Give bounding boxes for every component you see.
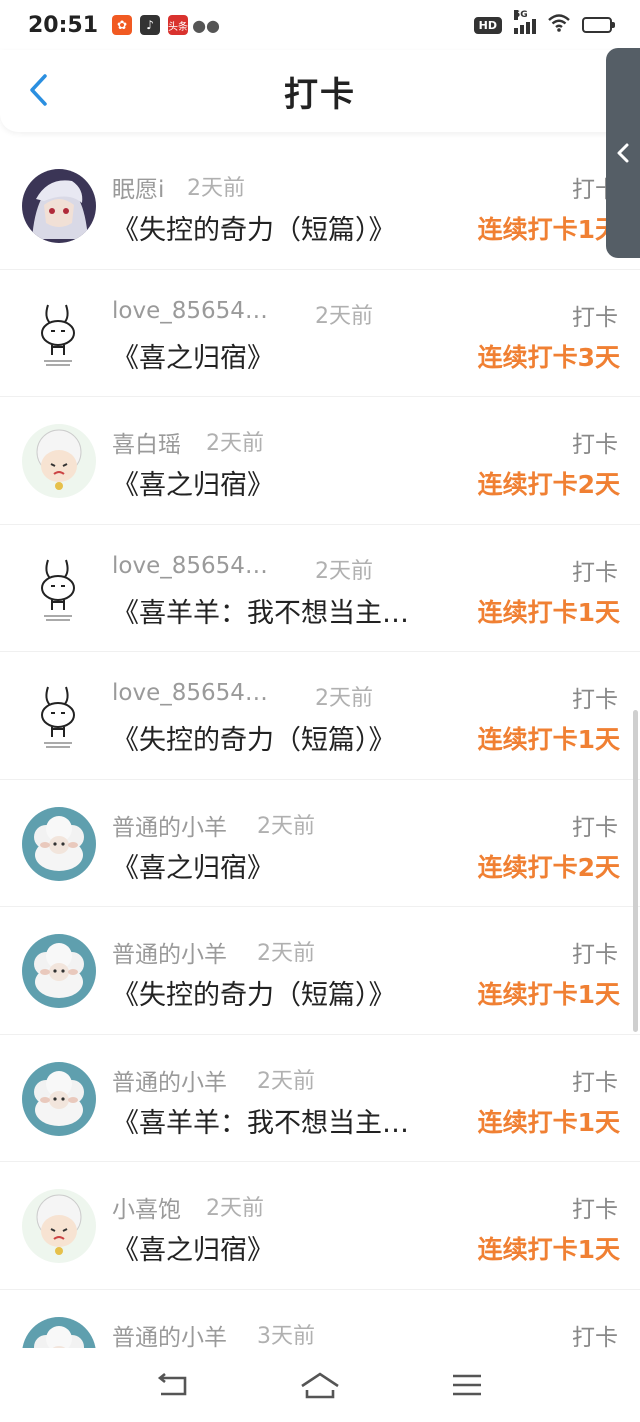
system-nav-bar [0, 1348, 640, 1422]
wifi-icon [548, 13, 570, 37]
streak-label: 连续打卡1天 [477, 1107, 620, 1137]
app-notification-icon: ✿ [112, 15, 133, 35]
checkin-tag: 打卡 [572, 1069, 618, 1096]
timestamp: 2天前 [206, 431, 264, 456]
book-title[interactable]: 《喜之归宿》 [112, 846, 274, 885]
timestamp: 2天前 [257, 813, 315, 839]
book-title[interactable]: 《喜羊羊：我不想当主… [112, 591, 409, 630]
news-app-icon: 头条 [168, 15, 189, 35]
back-button[interactable] [18, 70, 58, 110]
back-return-icon [158, 1372, 187, 1396]
book-title[interactable]: 《失控的奇力（短篇）》 [112, 718, 396, 757]
checkin-tag: 打卡 [572, 687, 618, 713]
username[interactable]: love_85654… [112, 298, 268, 324]
username[interactable]: 小喜饱 [112, 1190, 181, 1224]
avatar[interactable] [22, 934, 96, 1008]
username[interactable]: 喜白瑶 [112, 425, 181, 459]
back-arrow-icon [30, 74, 47, 106]
timestamp: 2天前 [315, 558, 373, 584]
username[interactable]: 普通的小羊 [112, 935, 227, 969]
list-item[interactable]: 普通的小羊 2天前 打卡《失控的奇力（短篇）》 连续打卡1天 [0, 907, 640, 1035]
book-title[interactable]: 《喜之归宿》 [112, 336, 274, 375]
status-app-icons: ✿ ♪ 头条 ●● [112, 15, 220, 35]
list-item[interactable]: love_85654… 2天前 打卡《失控的奇力（短篇）》 连续打卡1天 [0, 652, 640, 780]
list-item[interactable]: 普通的小羊 3天前 打卡 [0, 1290, 640, 1349]
avatar[interactable] [22, 806, 96, 881]
username[interactable]: 眠愿i [112, 170, 164, 204]
username[interactable]: 普通的小羊 [112, 808, 227, 842]
header: 打卡 [0, 50, 640, 132]
checkin-tag: 打卡 [572, 942, 618, 968]
timestamp: 2天前 [187, 176, 245, 201]
list-item[interactable]: 小喜饱 2天前 打卡《喜之归宿》 连续打卡1天 [0, 1162, 640, 1290]
avatar[interactable] [22, 424, 96, 498]
chevron-left-icon [617, 143, 629, 163]
avatar[interactable] [22, 1316, 96, 1348]
checkin-tag: 打卡 [572, 304, 618, 331]
page: 20:51 ✿ ♪ 头条 ●● HD 5G 打卡 眠愿i 2天前 打卡《失控的奇… [0, 0, 640, 1422]
checkin-list: 眠愿i 2天前 打卡 《失控的奇力（短篇）》 连续打卡1天 love_85654… 2天前打… [0, 142, 640, 1348]
system-menu-button[interactable] [442, 1365, 492, 1405]
list-item[interactable]: love_85654… 2天前 打卡《喜羊羊：我不想当主… 连续打卡1天 [0, 525, 640, 652]
system-home-button[interactable] [295, 1365, 345, 1405]
avatar[interactable] [22, 296, 96, 371]
streak-label: 连续打卡3天 [477, 342, 620, 372]
book-title[interactable]: 《喜羊羊：我不想当主… [112, 1101, 409, 1140]
username[interactable]: love_85654… [112, 680, 268, 706]
list-item[interactable]: 普通的小羊 2天前 打卡《喜之归宿》 连续打卡2天 [0, 780, 640, 907]
avatar[interactable] [22, 1189, 96, 1263]
book-title[interactable]: 《喜之归宿》 [112, 463, 274, 502]
signal-icon: 5G [514, 10, 536, 34]
checkin-tag: 打卡 [572, 1324, 618, 1349]
username[interactable]: 普通的小羊 [112, 1063, 227, 1097]
battery-icon [582, 17, 615, 33]
timestamp: 2天前 [257, 941, 315, 966]
avatar[interactable] [22, 551, 96, 626]
wechat-icon: ●● [192, 15, 220, 35]
list-item[interactable]: 眠愿i 2天前 打卡 《失控的奇力（短篇）》 连续打卡1天 [0, 142, 640, 270]
list-item[interactable]: love_85654… 2天前 打卡《喜之归宿》 连续打卡3天 [0, 270, 640, 397]
timestamp: 2天前 [315, 686, 373, 711]
status-indicators: HD 5G [473, 10, 615, 37]
book-title[interactable]: 《失控的奇力（短篇）》 [112, 973, 396, 1012]
checkin-tag: 打卡 [572, 559, 618, 586]
avatar[interactable] [22, 169, 96, 243]
avatar[interactable] [22, 679, 96, 753]
avatar[interactable] [22, 1061, 96, 1136]
username[interactable]: 普通的小羊 [112, 1318, 227, 1349]
status-bar: 20:51 ✿ ♪ 头条 ●● HD 5G [0, 0, 640, 50]
streak-label: 连续打卡1天 [477, 215, 620, 244]
book-title[interactable]: 《喜之归宿》 [112, 1228, 274, 1267]
checkin-tag: 打卡 [572, 432, 618, 458]
timestamp: 2天前 [206, 1196, 264, 1221]
list-item[interactable]: 普通的小羊 2天前 打卡《喜羊羊：我不想当主… 连续打卡1天 [0, 1035, 640, 1162]
book-title[interactable]: 《失控的奇力（短篇）》 [112, 208, 396, 247]
streak-label: 连续打卡1天 [477, 1235, 620, 1264]
checkin-tag: 打卡 [572, 1197, 618, 1223]
scrollbar[interactable] [633, 710, 638, 1032]
floating-side-tab[interactable] [606, 48, 640, 258]
status-time: 20:51 [28, 12, 99, 38]
username[interactable]: love_85654… [112, 553, 268, 579]
timestamp: 2天前 [315, 303, 373, 329]
page-title: 打卡 [284, 74, 356, 115]
list-item[interactable]: 喜白瑶 2天前 打卡《喜之归宿》 连续打卡2天 [0, 397, 640, 525]
home-icon [301, 1372, 339, 1399]
checkin-tag: 打卡 [572, 814, 618, 841]
streak-label: 连续打卡1天 [477, 980, 620, 1009]
timestamp: 2天前 [257, 1068, 315, 1094]
tiktok-icon: ♪ [140, 15, 161, 35]
timestamp: 3天前 [257, 1323, 315, 1349]
network-type: 5G [514, 10, 528, 20]
streak-label: 连续打卡1天 [477, 597, 620, 627]
system-back-button[interactable] [148, 1365, 198, 1405]
menu-icon [452, 1374, 481, 1396]
hd-badge: HD [473, 16, 502, 34]
streak-label: 连续打卡2天 [477, 470, 620, 499]
streak-label: 连续打卡2天 [477, 852, 620, 882]
streak-label: 连续打卡1天 [477, 725, 620, 754]
